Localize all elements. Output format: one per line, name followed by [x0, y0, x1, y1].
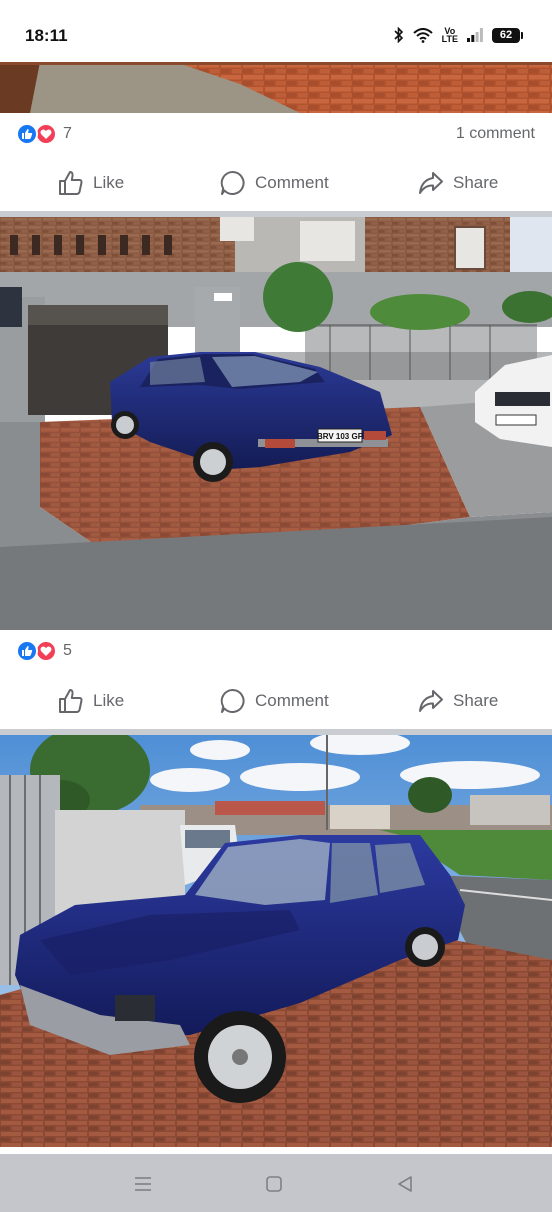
system-nav-bar — [0, 1154, 552, 1212]
post1-reactions: 7 1 comment — [0, 113, 552, 155]
post2-reaction-count[interactable]: 5 — [63, 642, 72, 660]
signal-icon — [467, 28, 483, 42]
volte-icon: Vo LTE — [441, 27, 458, 44]
post1-comment-count[interactable]: 1 comment — [456, 125, 535, 143]
post1-photo-art — [0, 62, 552, 113]
post1-comment-label: Comment — [255, 173, 329, 192]
status-bar: 18:11 Vo LTE 62 — [0, 0, 552, 62]
status-time: 18:11 — [25, 26, 68, 45]
share-icon — [418, 170, 444, 196]
comment-icon — [220, 688, 246, 714]
number-plate: BRV 103 GP — [317, 432, 364, 441]
wifi-icon — [412, 27, 433, 43]
post1-reaction-icons[interactable] — [16, 123, 57, 145]
like-reaction-icon — [16, 123, 38, 145]
post2-photo[interactable]: BRV 103 GP — [0, 217, 552, 630]
post1-reaction-count[interactable]: 7 — [63, 125, 72, 143]
home-icon[interactable] — [264, 1174, 284, 1194]
post2-share-label: Share — [453, 691, 499, 710]
post1-like-label: Like — [93, 173, 125, 192]
love-reaction-icon — [35, 123, 57, 145]
post2-like-button[interactable]: Like — [58, 673, 124, 729]
like-reaction-icon — [16, 640, 38, 662]
post3-photo[interactable] — [0, 735, 552, 1147]
post1-share-label: Share — [453, 173, 499, 192]
status-icons: Vo LTE 62 — [394, 27, 523, 44]
comment-icon — [220, 170, 246, 196]
share-icon — [418, 688, 444, 714]
post2-photo-art: BRV 103 GP — [0, 217, 552, 630]
post2-reactions: 5 — [0, 630, 552, 672]
love-reaction-icon — [35, 640, 57, 662]
bluetooth-icon — [394, 27, 404, 43]
post2-like-label: Like — [93, 691, 125, 710]
post3-photo-art — [0, 735, 552, 1147]
back-icon[interactable] — [395, 1174, 415, 1194]
battery-icon: 62 — [492, 27, 523, 43]
post2-actions: Like Comment Share — [0, 673, 552, 729]
post1-photo[interactable] — [0, 62, 552, 113]
volte-bottom: LTE — [441, 34, 458, 44]
post2-reaction-icons[interactable] — [16, 640, 57, 662]
post2-comment-button[interactable]: Comment — [220, 673, 329, 729]
thumbs-up-icon — [58, 170, 84, 196]
post1-comment-button[interactable]: Comment — [220, 155, 329, 211]
post1-actions: Like Comment Share — [0, 155, 552, 211]
battery-level: 62 — [499, 29, 513, 41]
post2-comment-label: Comment — [255, 691, 329, 710]
recents-icon[interactable] — [133, 1174, 153, 1194]
post1-like-button[interactable]: Like — [58, 155, 124, 211]
thumbs-up-icon — [58, 688, 84, 714]
post1-share-button[interactable]: Share — [418, 155, 498, 211]
post2-share-button[interactable]: Share — [418, 673, 498, 729]
